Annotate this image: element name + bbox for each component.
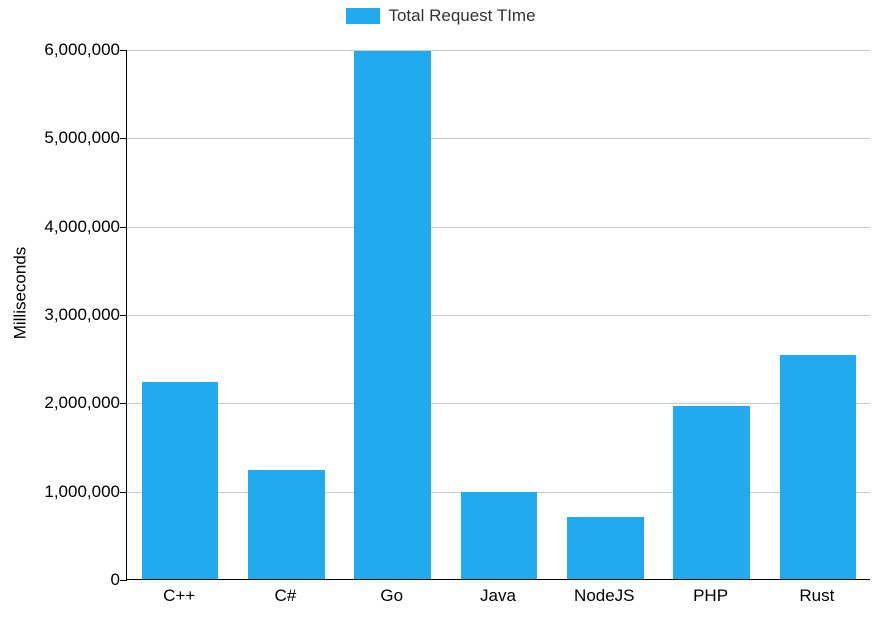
bar <box>354 51 431 579</box>
x-tick-label: C++ <box>163 586 195 606</box>
legend-item: Total Request TIme <box>346 6 535 26</box>
bar <box>673 406 750 579</box>
legend: Total Request TIme <box>0 6 882 29</box>
x-tick-label: C# <box>275 586 297 606</box>
x-tick-label: Java <box>480 586 516 606</box>
y-tick-mark <box>120 50 127 51</box>
bar-chart: Total Request TIme Milliseconds 01,000,0… <box>0 0 882 625</box>
bars-layer <box>127 50 870 579</box>
y-tick-mark <box>120 492 127 493</box>
bar <box>780 355 857 579</box>
bar <box>248 470 325 579</box>
x-tick-label: Go <box>380 586 403 606</box>
x-tick-label: NodeJS <box>574 586 634 606</box>
y-tick-label: 0 <box>10 570 120 590</box>
y-tick-label: 1,000,000 <box>10 482 120 502</box>
y-tick-label: 6,000,000 <box>10 40 120 60</box>
legend-label: Total Request TIme <box>388 6 535 26</box>
y-tick-label: 4,000,000 <box>10 217 120 237</box>
bar <box>567 517 644 579</box>
bar <box>142 382 219 579</box>
y-tick-mark <box>120 227 127 228</box>
y-tick-label: 3,000,000 <box>10 305 120 325</box>
x-tick-label: Rust <box>799 586 834 606</box>
plot-area <box>126 50 870 580</box>
y-tick-mark <box>120 138 127 139</box>
y-tick-mark <box>120 315 127 316</box>
y-tick-mark <box>120 580 127 581</box>
y-tick-label: 2,000,000 <box>10 393 120 413</box>
x-tick-label: PHP <box>693 586 728 606</box>
legend-swatch-icon <box>346 8 380 24</box>
y-tick-label: 5,000,000 <box>10 128 120 148</box>
bar <box>461 492 538 579</box>
y-tick-mark <box>120 403 127 404</box>
